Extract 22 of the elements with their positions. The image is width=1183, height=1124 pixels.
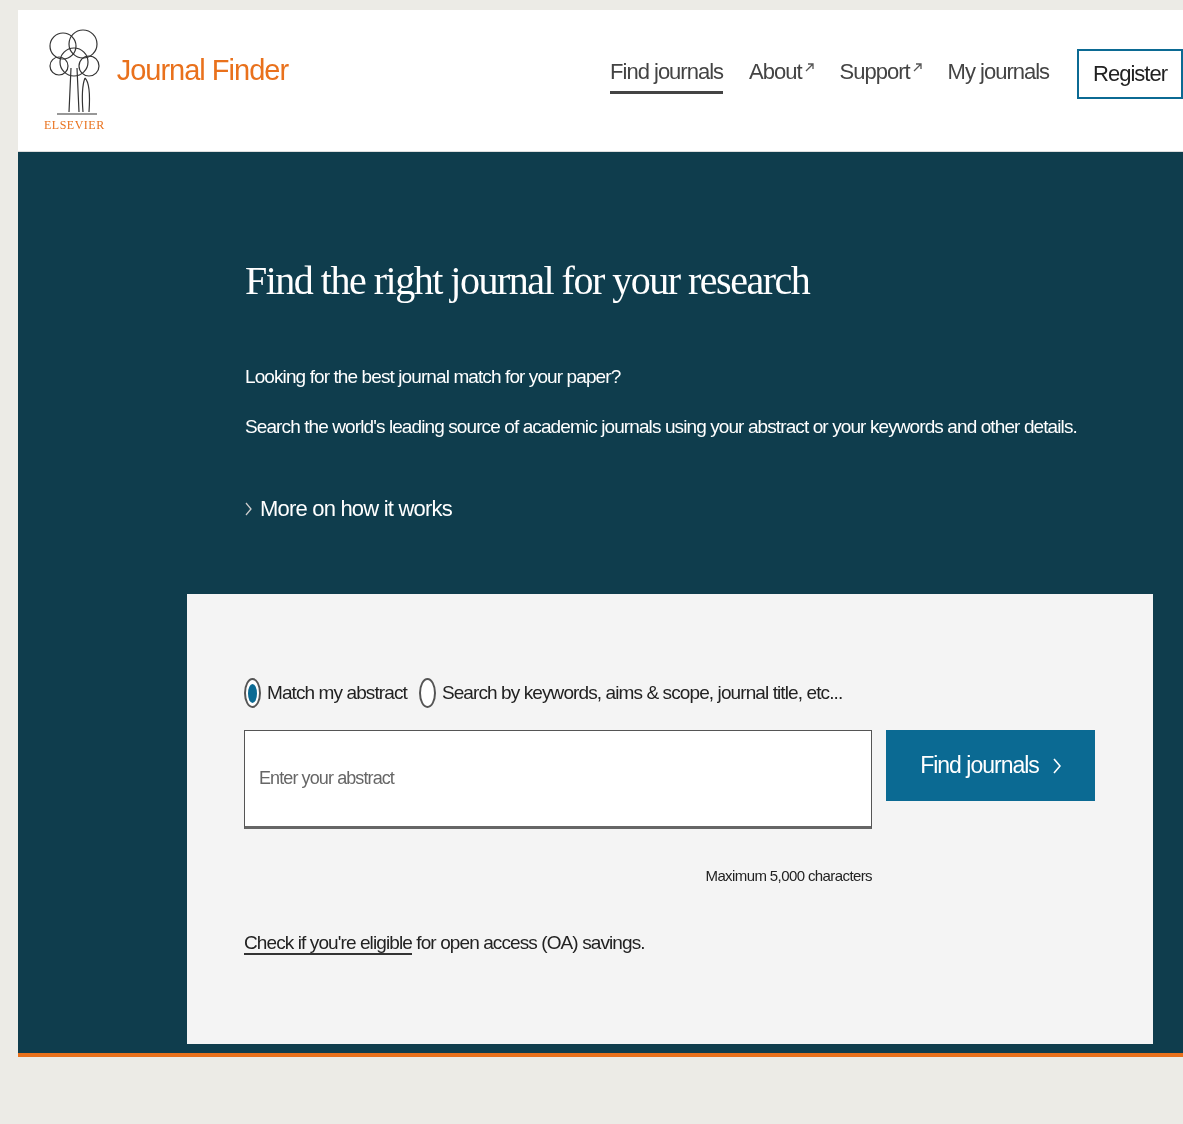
nav-link[interactable]: Support (839, 53, 922, 94)
abstract-field[interactable]: Enter your abstract (244, 730, 872, 829)
chevron-icon (245, 502, 252, 516)
radio-button[interactable] (244, 678, 261, 708)
character-limit-note: Maximum 5,000 characters (705, 867, 872, 884)
open-access-note: Check if you're eligible for open access (OA) savings. (244, 932, 645, 955)
more-link[interactable]: More on how it works (260, 496, 452, 522)
nav-link[interactable]: Find journals (610, 53, 724, 94)
intro-text: Looking for the best journal match for your paper? (245, 365, 622, 389)
register-button[interactable]: Register (1077, 48, 1183, 99)
eligibility-link[interactable]: Check if you're eligible (244, 932, 412, 955)
chevron-icon (1052, 757, 1061, 774)
nav-link[interactable]: My journals (947, 53, 1050, 94)
radio-button[interactable] (418, 678, 436, 708)
find-journals-button[interactable]: Find journals (886, 730, 1095, 801)
radio-label[interactable]: Search by keywords, aims & scope, journal title, etc... (441, 682, 843, 704)
radio-label[interactable]: Match my abstract (267, 682, 407, 704)
tree-icon (47, 28, 102, 116)
logo-text: ELSEVIER (44, 118, 105, 133)
nav-link[interactable]: About (749, 53, 814, 94)
intro-text: Search the world's leading source of academic journals using your abstract or your keywords and other details. (245, 415, 1078, 439)
page-heading: Find the right journal for your research (245, 257, 811, 304)
